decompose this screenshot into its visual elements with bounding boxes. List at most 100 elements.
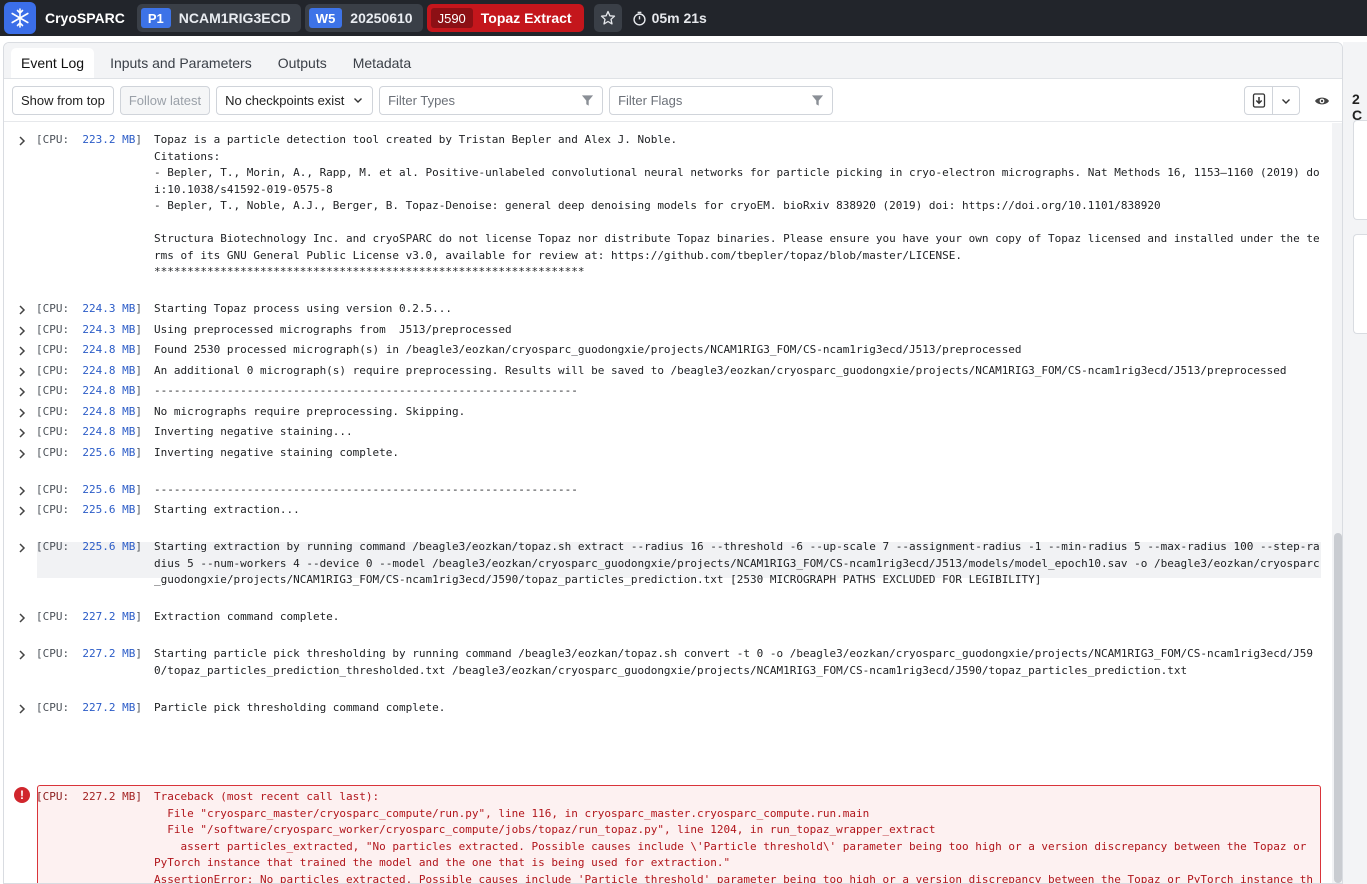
log-entry[interactable]: [CPU: 227.2 MB] Extraction command compl… [36,609,1322,626]
log-entry[interactable]: [CPU: 227.2 MB] Starting particle pick t… [36,646,1322,679]
cpu-memory: [CPU: 224.8 MB] [36,425,142,438]
log-entry[interactable]: [CPU: 227.2 MB] Particle pick thresholdi… [36,700,1322,717]
workspace-name: 20250610 [350,10,413,26]
cpu-memory: [CPU: 225.6 MB] [36,446,142,459]
chevron-right-icon[interactable] [16,366,28,378]
job-panel: Event Log Inputs and Parameters Outputs … [3,42,1343,884]
cpu-memory-value: 227.2 MB [82,610,136,623]
log-entry[interactable]: [CPU: 224.8 MB] No micrographs require p… [36,404,1322,421]
log-message: Inverting negative staining... [154,425,353,438]
chevron-right-icon[interactable] [16,386,28,398]
tab-outputs[interactable]: Outputs [268,48,337,78]
cpu-memory-value: 227.2 MB [82,647,136,660]
cpu-memory-value: 224.8 MB [82,364,136,377]
chevron-right-icon[interactable] [16,703,28,715]
chevron-right-icon[interactable] [16,485,28,497]
filter-types-input[interactable]: Filter Types [379,85,604,115]
error-traceback: Traceback (most recent call last): File … [154,790,1313,884]
cpu-memory-value: 227.2 MB [82,701,136,714]
cpu-memory: [CPU: 225.6 MB] [36,540,142,553]
log-message: No micrographs require preprocessing. Sk… [154,405,466,418]
log-message: Found 2530 processed micrograph(s) in /b… [154,343,1022,356]
log-entry[interactable]: [CPU: 224.8 MB] Found 2530 processed mic… [36,342,1322,359]
follow-latest-button[interactable]: Follow latest [119,85,211,115]
star-icon [600,10,615,25]
log-scrollbar-thumb[interactable] [1334,533,1342,883]
log-message: ----------------------------------------… [154,483,578,496]
log-entry[interactable]: [CPU: 224.8 MB] ------------------------… [36,383,1322,400]
log-entry[interactable]: [CPU: 225.6 MB] Starting extraction by r… [36,539,1322,589]
cpu-memory: [CPU: 227.2 MB] [36,701,142,714]
cpu-memory-value: 223.2 MB [82,133,136,146]
download-button-group [1244,86,1300,115]
chevron-right-icon[interactable] [16,325,28,337]
cpu-memory-value: 224.3 MB [82,323,136,336]
job-name: Topaz Extract [480,10,572,26]
download-icon [1252,93,1265,108]
chevron-right-icon[interactable] [16,448,28,460]
log-message: Extraction command complete. [154,610,340,623]
breadcrumb-job[interactable]: J590 Topaz Extract [426,4,584,32]
chevron-right-icon[interactable] [16,427,28,439]
log-message: ----------------------------------------… [154,384,578,397]
chevron-right-icon[interactable] [16,612,28,624]
breadcrumb-project[interactable]: P1 NCAM1RIG3ECD [136,4,301,32]
stopwatch-icon [632,11,646,26]
snowflake-logo-icon[interactable] [4,2,36,34]
download-options-button[interactable] [1272,87,1299,114]
filter-flags-input[interactable]: Filter Flags [609,85,834,115]
log-entry[interactable]: [CPU: 224.3 MB] Starting Topaz process u… [36,301,1322,318]
log-entry[interactable]: [CPU: 225.6 MB] Inverting negative stain… [36,445,1322,462]
cpu-memory-value: 225.6 MB [82,446,136,459]
right-panel-card[interactable] [1353,234,1367,334]
log-entry[interactable]: [CPU: 224.8 MB] An additional 0 microgra… [36,363,1322,380]
show-from-top-button[interactable]: Show from top [12,85,114,115]
chevron-right-icon[interactable] [16,505,28,517]
chevron-right-icon[interactable] [16,304,28,316]
log-message: Starting particle pick thresholding by r… [154,647,1313,677]
toolbar-right-actions [1244,86,1336,115]
tab-inputs-and-parameters[interactable]: Inputs and Parameters [100,48,262,78]
log-entry[interactable]: [CPU: 225.6 MB] ------------------------… [36,482,1322,499]
tab-event-log[interactable]: Event Log [11,48,95,78]
project-name: NCAM1RIG3ECD [178,10,291,26]
cpu-memory-value: 224.8 MB [82,343,136,356]
log-entry[interactable]: [CPU: 225.6 MB] Starting extraction... [36,502,1322,519]
timer-value: 05m 21s [651,10,707,26]
project-id-badge: P1 [140,8,171,28]
cpu-memory: [CPU: 223.2 MB] [36,133,142,146]
chevron-right-icon[interactable] [16,542,28,554]
log-entry[interactable]: [CPU: 224.3 MB] Using preprocessed micro… [36,322,1322,339]
log-message: Starting extraction... [154,503,300,516]
cpu-memory: [CPU: 224.8 MB] [36,405,142,418]
cpu-memory-value: 224.3 MB [82,302,136,315]
chevron-right-icon[interactable] [16,345,28,357]
chevron-right-icon[interactable] [16,135,28,147]
right-panel-card[interactable] [1353,120,1367,220]
filter-flags-placeholder: Filter Flags [618,92,683,108]
log-message: An additional 0 micrograph(s) require pr… [154,364,1287,377]
cpu-memory: [CPU: 227.2 MB] [36,647,142,660]
star-button[interactable] [593,4,622,32]
cpu-memory: [CPU: 225.6 MB] [36,503,142,516]
cpu-memory-value: 225.6 MB [82,540,136,553]
log-entry[interactable]: [CPU: 223.2 MB] Topaz is a particle dete… [36,132,1322,281]
error-icon: ! [14,787,30,803]
download-button[interactable] [1245,87,1272,114]
checkpoints-dropdown[interactable]: No checkpoints exist [216,85,374,115]
log-entry[interactable]: [CPU: 224.8 MB] Inverting negative stain… [36,424,1322,441]
visibility-toggle-button[interactable] [1308,86,1336,115]
chevron-right-icon[interactable] [16,649,28,661]
cpu-memory: [CPU: 224.3 MB] [36,323,142,336]
breadcrumb-workspace[interactable]: W5 20250610 [304,4,423,32]
cpu-memory-value: 224.8 MB [82,405,136,418]
error-log-entry[interactable]: [CPU: 227.2 MB] Traceback (most recent c… [36,789,1314,884]
log-message: Starting Topaz process using version 0.2… [154,302,453,315]
cpu-memory-value: 227.2 MB [82,790,136,803]
log-message: Starting extraction by running command /… [154,540,1320,586]
job-id-badge: J590 [430,8,473,28]
checkpoints-dropdown-label: No checkpoints exist [225,92,345,108]
chevron-right-icon[interactable] [16,407,28,419]
tab-metadata[interactable]: Metadata [343,48,421,78]
cpu-memory-value: 224.8 MB [82,425,136,438]
